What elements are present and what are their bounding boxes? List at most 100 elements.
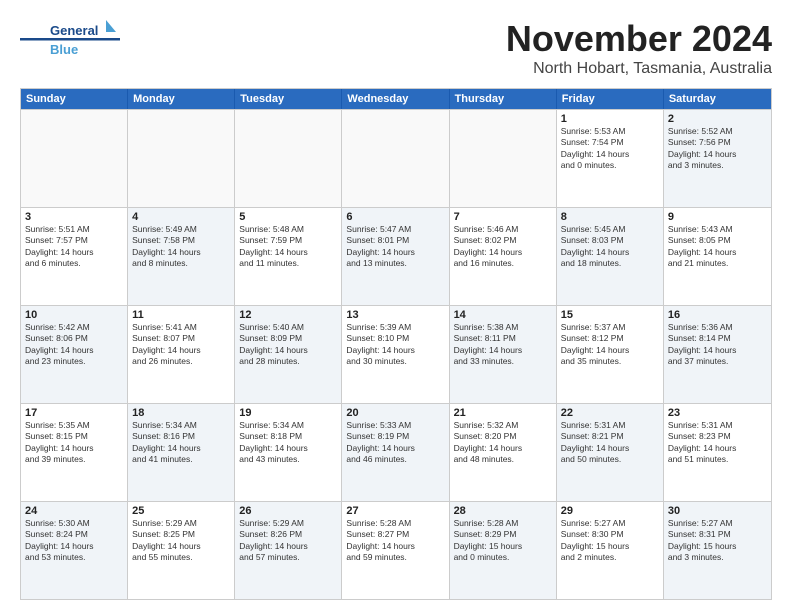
cell-info-line: Daylight: 14 hours [668,443,767,454]
cell-info-line: and 21 minutes. [668,258,767,269]
calendar-cell: 16Sunrise: 5:36 AMSunset: 8:14 PMDayligh… [664,306,771,403]
calendar-cell: 15Sunrise: 5:37 AMSunset: 8:12 PMDayligh… [557,306,664,403]
cell-info-line: Sunrise: 5:29 AM [132,518,230,529]
header: General Blue November 2024 North Hobart,… [20,18,772,78]
cell-info-line: and 18 minutes. [561,258,659,269]
day-number: 26 [239,505,337,517]
calendar-cell: 30Sunrise: 5:27 AMSunset: 8:31 PMDayligh… [664,502,771,599]
calendar-cell [450,110,557,207]
calendar-cell: 25Sunrise: 5:29 AMSunset: 8:25 PMDayligh… [128,502,235,599]
day-of-week-header: Tuesday [235,89,342,109]
cell-info-line: and 0 minutes. [454,552,552,563]
cell-info-line: Sunrise: 5:38 AM [454,322,552,333]
cell-info-line: Sunset: 8:16 PM [132,431,230,442]
day-of-week-header: Saturday [664,89,771,109]
cell-info-line: Daylight: 14 hours [561,345,659,356]
day-number: 8 [561,211,659,223]
cell-info-line: and 48 minutes. [454,454,552,465]
cell-info-line: Sunset: 8:11 PM [454,333,552,344]
calendar-cell: 13Sunrise: 5:39 AMSunset: 8:10 PMDayligh… [342,306,449,403]
cell-info-line: Daylight: 14 hours [239,541,337,552]
calendar-cell [128,110,235,207]
day-number: 22 [561,407,659,419]
calendar-cell: 29Sunrise: 5:27 AMSunset: 8:30 PMDayligh… [557,502,664,599]
cell-info-line: and 35 minutes. [561,356,659,367]
cell-info-line: and 16 minutes. [454,258,552,269]
day-number: 9 [668,211,767,223]
cell-info-line: Sunrise: 5:32 AM [454,420,552,431]
calendar-row: 1Sunrise: 5:53 AMSunset: 7:54 PMDaylight… [21,109,771,207]
cell-info-line: and 46 minutes. [346,454,444,465]
cell-info-line: and 57 minutes. [239,552,337,563]
day-number: 30 [668,505,767,517]
cell-info-line: Sunrise: 5:51 AM [25,224,123,235]
calendar: SundayMondayTuesdayWednesdayThursdayFrid… [20,88,772,600]
day-of-week-header: Thursday [450,89,557,109]
cell-info-line: Sunrise: 5:34 AM [239,420,337,431]
cell-info-line: and 39 minutes. [25,454,123,465]
cell-info-line: and 41 minutes. [132,454,230,465]
cell-info-line: Daylight: 14 hours [346,443,444,454]
cell-info-line: Daylight: 15 hours [454,541,552,552]
cell-info-line: Sunrise: 5:30 AM [25,518,123,529]
cell-info-line: and 3 minutes. [668,552,767,563]
calendar-cell: 24Sunrise: 5:30 AMSunset: 8:24 PMDayligh… [21,502,128,599]
calendar-cell [21,110,128,207]
cell-info-line: Sunset: 8:23 PM [668,431,767,442]
cell-info-line: and 8 minutes. [132,258,230,269]
cell-info-line: Daylight: 14 hours [561,443,659,454]
subtitle: North Hobart, Tasmania, Australia [506,60,772,78]
cell-info-line: and 53 minutes. [25,552,123,563]
cell-info-line: Sunset: 8:30 PM [561,529,659,540]
cell-info-line: Daylight: 14 hours [561,247,659,258]
cell-info-line: Daylight: 14 hours [454,345,552,356]
calendar-cell: 26Sunrise: 5:29 AMSunset: 8:26 PMDayligh… [235,502,342,599]
cell-info-line: Sunset: 8:15 PM [25,431,123,442]
cell-info-line: Daylight: 14 hours [132,345,230,356]
cell-info-line: Sunrise: 5:35 AM [25,420,123,431]
day-number: 11 [132,309,230,321]
cell-info-line: and 28 minutes. [239,356,337,367]
cell-info-line: Sunrise: 5:40 AM [239,322,337,333]
cell-info-line: Sunrise: 5:36 AM [668,322,767,333]
cell-info-line: Daylight: 14 hours [346,541,444,552]
cell-info-line: Daylight: 14 hours [132,541,230,552]
cell-info-line: Sunset: 8:21 PM [561,431,659,442]
day-number: 5 [239,211,337,223]
day-number: 16 [668,309,767,321]
day-number: 7 [454,211,552,223]
cell-info-line: Sunrise: 5:39 AM [346,322,444,333]
cell-info-line: Sunset: 8:05 PM [668,235,767,246]
calendar-cell: 11Sunrise: 5:41 AMSunset: 8:07 PMDayligh… [128,306,235,403]
calendar-cell: 4Sunrise: 5:49 AMSunset: 7:58 PMDaylight… [128,208,235,305]
cell-info-line: Daylight: 14 hours [132,247,230,258]
cell-info-line: Daylight: 14 hours [668,247,767,258]
day-number: 29 [561,505,659,517]
day-number: 25 [132,505,230,517]
cell-info-line: Sunrise: 5:47 AM [346,224,444,235]
calendar-cell: 18Sunrise: 5:34 AMSunset: 8:16 PMDayligh… [128,404,235,501]
cell-info-line: Sunrise: 5:48 AM [239,224,337,235]
cell-info-line: Daylight: 15 hours [561,541,659,552]
day-number: 24 [25,505,123,517]
calendar-cell: 2Sunrise: 5:52 AMSunset: 7:56 PMDaylight… [664,110,771,207]
cell-info-line: Daylight: 14 hours [668,345,767,356]
day-number: 21 [454,407,552,419]
day-of-week-header: Wednesday [342,89,449,109]
day-number: 18 [132,407,230,419]
day-number: 17 [25,407,123,419]
calendar-cell: 7Sunrise: 5:46 AMSunset: 8:02 PMDaylight… [450,208,557,305]
calendar-cell: 22Sunrise: 5:31 AMSunset: 8:21 PMDayligh… [557,404,664,501]
cell-info-line: Sunset: 8:03 PM [561,235,659,246]
calendar-cell: 1Sunrise: 5:53 AMSunset: 7:54 PMDaylight… [557,110,664,207]
calendar-row: 17Sunrise: 5:35 AMSunset: 8:15 PM Dayligh… [21,403,771,501]
calendar-cell: 17Sunrise: 5:35 AMSunset: 8:15 PMDayligh… [21,404,128,501]
cell-info-line: and 51 minutes. [668,454,767,465]
cell-info-line: and 6 minutes. [25,258,123,269]
day-number: 14 [454,309,552,321]
calendar-cell [342,110,449,207]
cell-info-line: Sunrise: 5:52 AM [668,126,767,137]
cell-info-line: Daylight: 15 hours [668,541,767,552]
cell-info-line: Sunrise: 5:27 AM [668,518,767,529]
cell-info-line: Sunrise: 5:28 AM [346,518,444,529]
